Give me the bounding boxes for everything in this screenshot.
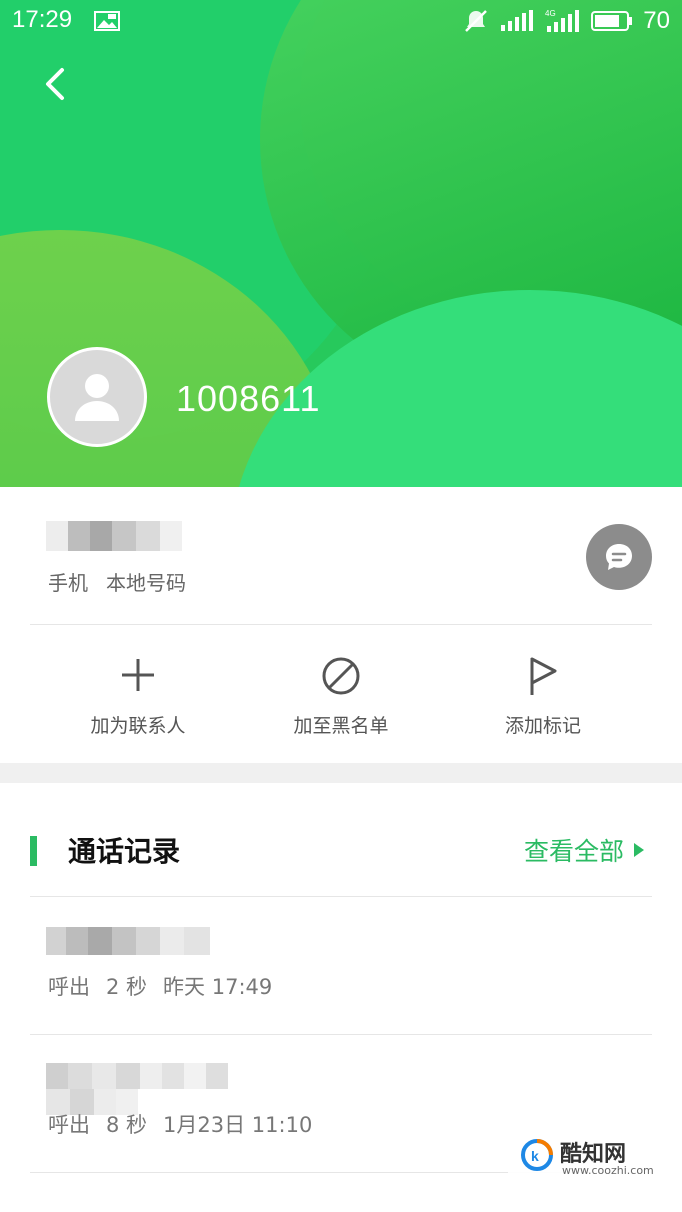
blurred-caller <box>46 1063 228 1115</box>
signal-icon <box>501 10 534 31</box>
status-time: 17:29 <box>12 6 73 33</box>
battery-icon <box>591 11 633 31</box>
section-gap <box>0 763 682 783</box>
phone-location: 本地号码 <box>106 571 186 595</box>
watermark: k 酷知网 www.coozhi.com <box>508 1130 658 1186</box>
call-duration: 2 秒 <box>106 975 148 999</box>
message-button[interactable] <box>586 524 652 590</box>
triangle-right-icon <box>634 843 644 857</box>
contact-header: 17:29 4G 70 1008611 <box>0 0 682 487</box>
svg-text:4G: 4G <box>545 9 556 18</box>
avatar <box>47 347 147 447</box>
block-icon <box>322 657 360 695</box>
view-all-label: 查看全部 <box>523 837 624 866</box>
blurred-caller <box>46 927 210 955</box>
person-icon <box>75 374 119 421</box>
action-row: 加为联系人 加至黑名单 添加标记 <box>0 625 682 763</box>
signal-4g-icon: 4G <box>545 9 580 32</box>
phone-subtitle: 手机 本地号码 <box>48 567 204 596</box>
call-direction: 呼出 <box>48 975 90 999</box>
mute-icon <box>465 10 488 32</box>
contact-card: 手机 本地号码 加为联系人 加至黑名单 添加标记 <box>0 487 682 763</box>
flag-icon <box>530 657 557 695</box>
phone-type: 手机 <box>48 571 88 595</box>
add-contact-button[interactable]: 加为联系人 <box>58 625 218 763</box>
call-meta: 呼出 8 秒 1月23日 11:10 <box>48 1109 328 1139</box>
back-icon[interactable] <box>38 64 74 104</box>
svg-text:k: k <box>531 1148 539 1164</box>
blurred-phone-number <box>46 521 182 551</box>
message-icon <box>606 544 632 570</box>
add-blacklist-button[interactable]: 加至黑名单 <box>261 625 421 763</box>
call-meta: 呼出 2 秒昨天 17:49 <box>48 971 288 1001</box>
status-bar: 17:29 4G 70 <box>0 0 682 44</box>
plus-icon <box>122 659 154 691</box>
add-contact-label: 加为联系人 <box>90 715 186 737</box>
add-tag-label: 添加标记 <box>504 715 581 737</box>
view-all-link[interactable]: 查看全部 <box>524 832 644 868</box>
call-log-item[interactable]: 呼出 2 秒昨天 17:49 <box>0 897 682 1034</box>
contact-number: 1008611 <box>176 378 321 419</box>
watermark-url: www.coozhi.com <box>562 1164 654 1177</box>
phone-entry[interactable]: 手机 本地号码 <box>0 487 682 624</box>
call-log-title: 通话记录 <box>68 835 181 868</box>
image-notification-icon <box>94 11 120 31</box>
battery-level: 70 <box>643 7 670 34</box>
watermark-logo-icon: k <box>520 1138 554 1172</box>
call-time: 1月23日 11:10 <box>163 1113 313 1137</box>
section-marker <box>30 836 37 866</box>
add-blacklist-label: 加至黑名单 <box>293 715 389 737</box>
add-tag-button[interactable]: 添加标记 <box>463 625 623 763</box>
status-icons: 4G 70 <box>463 6 670 36</box>
call-time: 昨天 17:49 <box>163 975 273 999</box>
call-duration: 8 秒 <box>106 1113 148 1137</box>
call-direction: 呼出 <box>48 1113 90 1137</box>
